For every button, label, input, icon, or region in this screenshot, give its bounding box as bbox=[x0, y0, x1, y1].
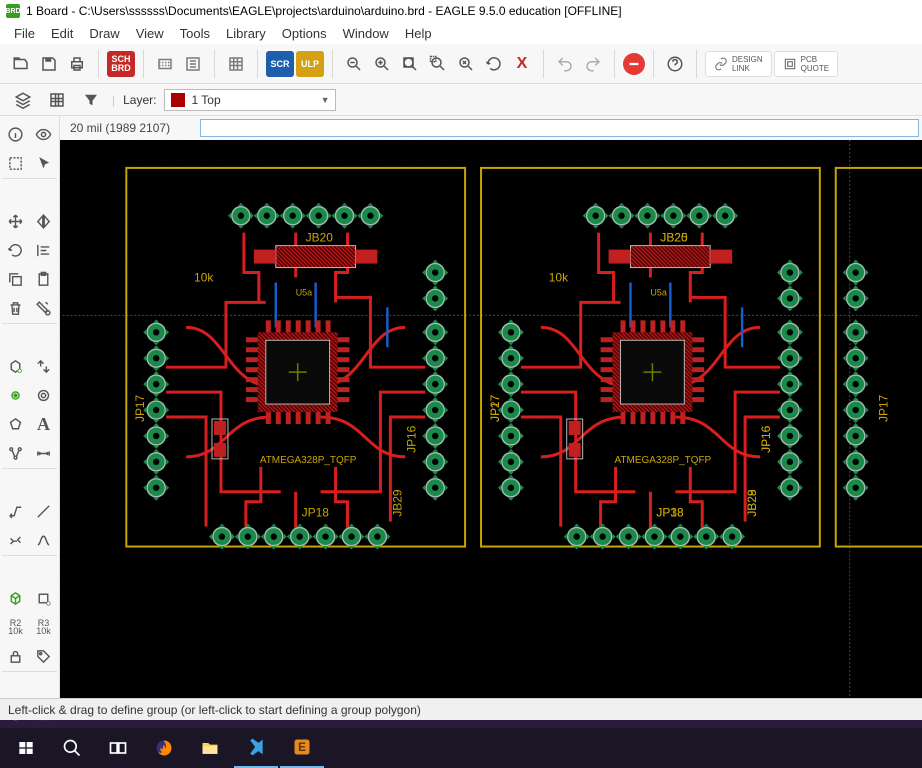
layer-selector[interactable]: 1 Top ▼ bbox=[164, 89, 336, 111]
polygon-tool[interactable] bbox=[2, 410, 29, 438]
board-outline-button[interactable] bbox=[152, 51, 178, 77]
mirror-tool[interactable] bbox=[30, 207, 57, 235]
layer-label: Layer: bbox=[123, 93, 156, 107]
net-break-tool[interactable] bbox=[2, 439, 29, 467]
lock-tool[interactable] bbox=[2, 642, 29, 670]
ulp-button[interactable]: ULP bbox=[296, 51, 324, 77]
search-button[interactable] bbox=[50, 728, 94, 768]
show-tool[interactable] bbox=[30, 120, 57, 148]
delete-tool[interactable] bbox=[2, 294, 29, 322]
help-button[interactable] bbox=[662, 51, 688, 77]
menu-view[interactable]: View bbox=[128, 24, 172, 43]
zoom-in-button[interactable] bbox=[369, 51, 395, 77]
status-text: Left-click & drag to define group (or le… bbox=[8, 703, 421, 717]
pcb-quote-label-1: PCB bbox=[801, 55, 829, 64]
secondary-toolbar: | Layer: 1 Top ▼ bbox=[0, 84, 922, 116]
zoom-redraw-button[interactable] bbox=[453, 51, 479, 77]
app-icon: BRD bbox=[6, 4, 20, 18]
menu-file[interactable]: File bbox=[6, 24, 43, 43]
menu-edit[interactable]: Edit bbox=[43, 24, 81, 43]
pin-tool[interactable] bbox=[2, 381, 29, 409]
undo-button[interactable] bbox=[552, 51, 578, 77]
taskbar: E bbox=[0, 728, 922, 768]
filter-dropdown[interactable] bbox=[78, 87, 104, 113]
svg-text:JB28: JB28 bbox=[745, 489, 759, 517]
dimension-tool[interactable] bbox=[30, 439, 57, 467]
replace-tool[interactable] bbox=[30, 352, 57, 380]
refresh-button[interactable] bbox=[481, 51, 507, 77]
file-explorer-taskbar-icon[interactable] bbox=[188, 728, 232, 768]
menu-window[interactable]: Window bbox=[335, 24, 397, 43]
svg-text:E: E bbox=[298, 741, 306, 754]
text-tool[interactable]: A bbox=[30, 410, 57, 438]
manufacture-button[interactable] bbox=[223, 51, 249, 77]
pcb-quote-label-2: QUOTE bbox=[801, 64, 829, 73]
hole-tool[interactable] bbox=[30, 381, 57, 409]
marquee-tool[interactable] bbox=[2, 149, 29, 177]
route-tool[interactable] bbox=[2, 497, 29, 525]
menubar: File Edit Draw View Tools Library Option… bbox=[0, 22, 922, 44]
info-tool[interactable] bbox=[2, 120, 29, 148]
svg-text:JP17: JP17 bbox=[877, 394, 891, 422]
move-tool[interactable] bbox=[2, 207, 29, 235]
eagle-taskbar-icon[interactable]: E bbox=[280, 728, 324, 768]
change-tool[interactable] bbox=[30, 294, 57, 322]
menu-draw[interactable]: Draw bbox=[81, 24, 127, 43]
task-view-button[interactable] bbox=[96, 728, 140, 768]
redo-button[interactable] bbox=[580, 51, 606, 77]
design-link-button[interactable]: DESIGNLINK bbox=[705, 51, 772, 77]
design-link-label-2: LINK bbox=[732, 64, 763, 73]
menu-options[interactable]: Options bbox=[274, 24, 335, 43]
board-canvas[interactable]: JB20 10k U5a JP17 JP16 JB29 JP18 ATMEGA3… bbox=[60, 140, 922, 698]
cam-button[interactable] bbox=[180, 51, 206, 77]
left-toolbox: A R2 10k R3 10k ⋯ bbox=[0, 116, 60, 698]
coordinate-readout: 20 mil (1989 2107) bbox=[60, 116, 200, 140]
line-tool[interactable] bbox=[30, 497, 57, 525]
copy-tool[interactable] bbox=[2, 265, 29, 293]
cancel-x-button[interactable]: X bbox=[509, 51, 535, 77]
layer-color-swatch bbox=[171, 93, 185, 107]
save-button[interactable] bbox=[36, 51, 62, 77]
value-r3-tool[interactable]: R3 10k bbox=[30, 613, 57, 641]
scr-button[interactable]: SCR bbox=[266, 51, 294, 77]
svg-text:JP16: JP16 bbox=[759, 425, 773, 453]
stop-button[interactable] bbox=[623, 53, 645, 75]
zoom-select-button[interactable] bbox=[425, 51, 451, 77]
zoom-out-button[interactable] bbox=[341, 51, 367, 77]
svg-text:JB25: JB25 bbox=[660, 231, 688, 245]
wire-tool[interactable] bbox=[30, 526, 57, 554]
align-tool[interactable] bbox=[30, 236, 57, 264]
layers-button[interactable] bbox=[10, 87, 36, 113]
3d-tool[interactable] bbox=[2, 584, 29, 612]
chevron-down-icon: ▼ bbox=[321, 95, 330, 105]
add-part-tool[interactable] bbox=[2, 352, 29, 380]
menu-help[interactable]: Help bbox=[397, 24, 440, 43]
svg-text:JP27: JP27 bbox=[488, 394, 502, 422]
cursor-tool[interactable] bbox=[30, 149, 57, 177]
svg-text:JP38: JP38 bbox=[656, 506, 684, 520]
value-r2-tool[interactable]: R2 10k bbox=[2, 613, 29, 641]
menu-tools[interactable]: Tools bbox=[172, 24, 218, 43]
zoom-fit-button[interactable] bbox=[397, 51, 423, 77]
print-button[interactable] bbox=[64, 51, 90, 77]
firefox-taskbar-icon[interactable] bbox=[142, 728, 186, 768]
menu-library[interactable]: Library bbox=[218, 24, 274, 43]
layer-name: 1 Top bbox=[191, 93, 220, 107]
open-button[interactable] bbox=[8, 51, 34, 77]
command-input[interactable] bbox=[200, 119, 919, 137]
tag-tool[interactable] bbox=[30, 642, 57, 670]
window-title: 1 Board - C:\Users\ssssss\Documents\EAGL… bbox=[26, 4, 622, 18]
ripup-tool[interactable] bbox=[2, 526, 29, 554]
rotate-tool[interactable] bbox=[2, 236, 29, 264]
vscode-taskbar-icon[interactable] bbox=[234, 728, 278, 768]
main-toolbar: SCH BRD SCR ULP X DESIGNLINK PCBQUOTE bbox=[0, 44, 922, 84]
start-button[interactable] bbox=[4, 728, 48, 768]
design-link-label-1: DESIGN bbox=[732, 55, 763, 64]
sch-brd-switch-button[interactable]: SCH BRD bbox=[107, 51, 135, 77]
component-add-tool[interactable] bbox=[30, 584, 57, 612]
paste-tool[interactable] bbox=[30, 265, 57, 293]
grid-button[interactable] bbox=[44, 87, 70, 113]
pcb-quote-button[interactable]: PCBQUOTE bbox=[774, 51, 838, 77]
